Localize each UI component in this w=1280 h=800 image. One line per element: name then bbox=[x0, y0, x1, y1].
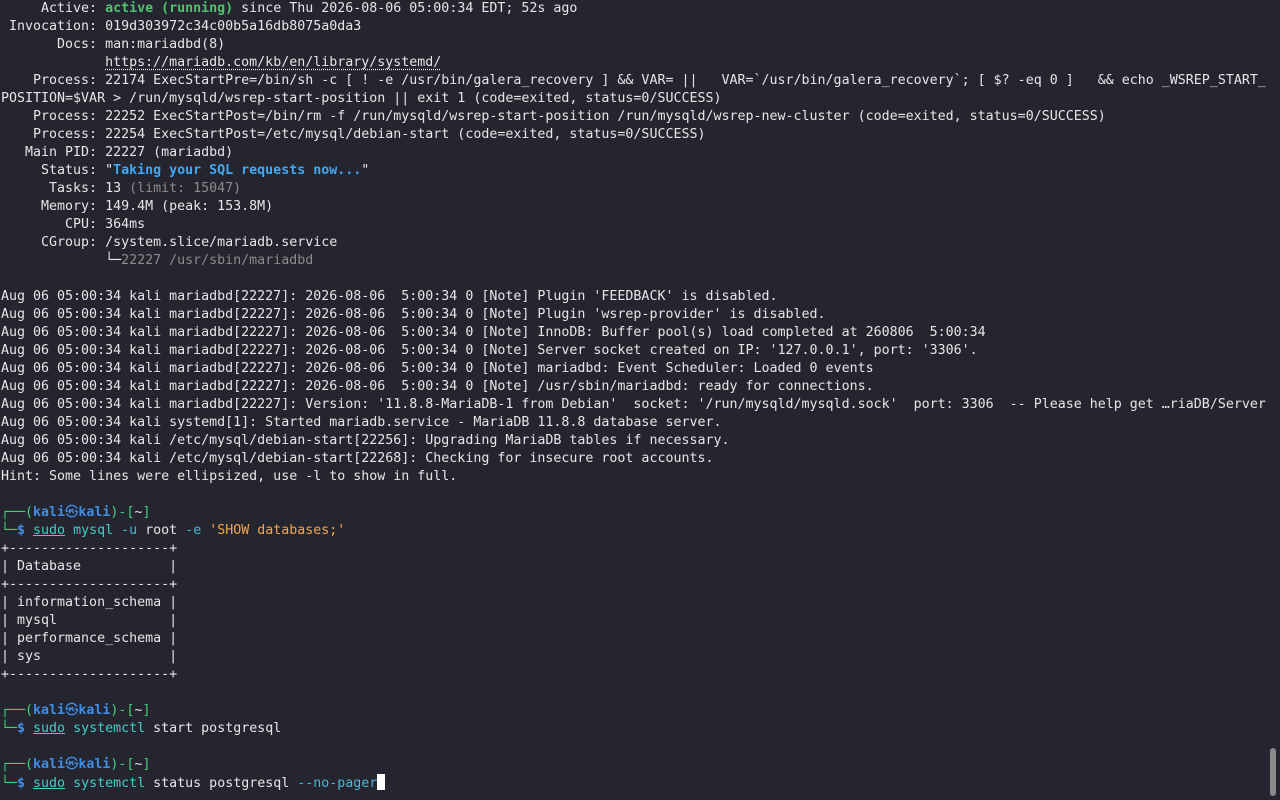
table-row: | sys | bbox=[1, 649, 178, 664]
prompt-header: ┌──(kali㉿kali)-[~] bbox=[1, 756, 150, 774]
cmd-sudo: sudo bbox=[33, 523, 66, 538]
cmd-option: -e bbox=[177, 523, 210, 538]
active-state: active (running) bbox=[105, 1, 234, 16]
active-since: since Thu 2026-08-06 05:00:34 EDT; 52s a… bbox=[233, 1, 578, 16]
cmd-arg: root bbox=[145, 523, 178, 538]
status-docs-line: Docs: man:mariadbd(8) bbox=[1, 36, 225, 54]
prompt-corner-bottom: └─ bbox=[1, 523, 18, 538]
prompt-user: kali bbox=[33, 505, 66, 520]
cmd-string: 'SHOW databases;' bbox=[209, 523, 346, 538]
status-process-3: Process: 22254 ExecStartPost=/etc/mysql/… bbox=[1, 127, 706, 142]
log-line: Aug 06 05:00:34 kali mariadbd[22227]: 20… bbox=[1, 289, 778, 304]
status-main-pid: Main PID: 22227 (mariadbd) bbox=[1, 145, 234, 160]
status-process-1b: POSITION=$VAR > /run/mysqld/wsrep-start-… bbox=[1, 91, 722, 106]
status-memory-line: Memory: 149.4M (peak: 153.8M) bbox=[1, 199, 274, 214]
prompt-corner-bottom: └─ bbox=[1, 776, 18, 791]
prompt-separator: )-[ bbox=[110, 757, 135, 772]
docs-indent bbox=[1, 55, 105, 70]
prompt-dollar: $ bbox=[17, 721, 34, 736]
table-row: | mysql | bbox=[1, 613, 178, 628]
prompt-bracket-end: ] bbox=[142, 757, 151, 772]
table-border: +--------------------+ bbox=[1, 577, 178, 592]
status-cgroup-line: CGroup: /system.slice/mariadb.service bbox=[1, 235, 338, 250]
cgroup-tree-process: 22227 /usr/sbin/mariadbd bbox=[121, 253, 314, 268]
status-docs-url-line: https://mariadb.com/kb/en/library/system… bbox=[1, 54, 441, 72]
skull-icon: ㉿ bbox=[65, 703, 79, 718]
prompt-corner: ┌──( bbox=[1, 505, 34, 520]
table-row: | information_schema | bbox=[1, 595, 178, 610]
prompt-host: kali bbox=[78, 703, 111, 718]
log-line: Aug 06 05:00:34 kali systemd[1]: Started… bbox=[1, 415, 722, 430]
command-line: └─$ sudo systemctl start postgresql bbox=[1, 720, 281, 738]
cgroup-tree-branch: └─ bbox=[1, 253, 122, 268]
cmd-arg: start postgresql bbox=[145, 721, 282, 736]
prompt-dollar: $ bbox=[17, 776, 34, 791]
status-process-1a: Process: 22174 ExecStartPre=/bin/sh -c [… bbox=[1, 73, 1266, 88]
prompt-separator: )-[ bbox=[110, 703, 135, 718]
status-active-line: Active: active (running) since Thu 2026-… bbox=[1, 0, 577, 18]
tasks-limit: (limit: 15047) bbox=[129, 181, 242, 196]
docs-man-link[interactable]: man:mariadbd(8) bbox=[105, 37, 225, 52]
text-cursor bbox=[377, 774, 386, 790]
docs-url-link[interactable]: https://mariadb.com/kb/en/library/system… bbox=[105, 55, 441, 70]
tasks-label: Tasks: 13 bbox=[1, 181, 130, 196]
prompt-corner-bottom: └─ bbox=[1, 721, 18, 736]
status-cgroup-tree: └─22227 /usr/sbin/mariadbd bbox=[1, 252, 313, 270]
status-process-2: Process: 22252 ExecStartPost=/bin/rm -f … bbox=[1, 109, 1106, 124]
log-line: Aug 06 05:00:34 kali mariadbd[22227]: Ve… bbox=[1, 397, 1266, 412]
cmd-sudo: sudo bbox=[33, 721, 66, 736]
status-invocation-line: Invocation: 019d303972c34c00b5a16db8075a… bbox=[1, 19, 362, 34]
prompt-header: ┌──(kali㉿kali)-[~] bbox=[1, 504, 150, 522]
command-line: └─$ sudo mysql -u root -e 'SHOW database… bbox=[1, 522, 345, 540]
cmd-sudo: sudo bbox=[33, 776, 66, 791]
prompt-separator: )-[ bbox=[110, 505, 135, 520]
status-label: Status: " bbox=[1, 163, 114, 178]
skull-icon: ㉿ bbox=[65, 757, 79, 772]
table-border: +--------------------+ bbox=[1, 541, 178, 556]
table-border: +--------------------+ bbox=[1, 667, 178, 682]
prompt-host: kali bbox=[78, 505, 111, 520]
status-cpu-line: CPU: 364ms bbox=[1, 217, 146, 232]
log-line: Aug 06 05:00:34 kali /etc/mysql/debian-s… bbox=[1, 451, 714, 466]
prompt-user: kali bbox=[33, 757, 66, 772]
prompt-corner: ┌──( bbox=[1, 703, 34, 718]
cmd-bin: systemctl bbox=[73, 721, 146, 736]
log-line: Aug 06 05:00:34 kali mariadbd[22227]: 20… bbox=[1, 307, 826, 322]
status-quote-end: " bbox=[361, 163, 370, 178]
cmd-option: -u bbox=[121, 523, 146, 538]
cmd-bin: systemctl bbox=[73, 776, 146, 791]
table-row: | performance_schema | bbox=[1, 631, 178, 646]
status-message: Taking your SQL requests now... bbox=[113, 163, 362, 178]
current-command-input[interactable]: └─$ sudo systemctl status postgresql --n… bbox=[1, 774, 386, 792]
log-line: Aug 06 05:00:34 kali /etc/mysql/debian-s… bbox=[1, 433, 730, 448]
prompt-corner: ┌──( bbox=[1, 757, 34, 772]
prompt-host: kali bbox=[78, 757, 111, 772]
prompt-bracket-end: ] bbox=[142, 703, 151, 718]
table-header: | Database | bbox=[1, 559, 178, 574]
status-tasks-line: Tasks: 13 (limit: 15047) bbox=[1, 180, 241, 198]
docs-label: Docs: bbox=[1, 37, 106, 52]
skull-icon: ㉿ bbox=[65, 505, 79, 520]
active-label: Active: bbox=[1, 1, 106, 16]
cmd-option: --no-pager bbox=[297, 776, 378, 791]
scrollbar[interactable] bbox=[1266, 0, 1280, 800]
log-line: Aug 06 05:00:34 kali mariadbd[22227]: 20… bbox=[1, 379, 874, 394]
prompt-header: ┌──(kali㉿kali)-[~] bbox=[1, 702, 150, 720]
cmd-bin: mysql bbox=[73, 523, 114, 538]
prompt-bracket-end: ] bbox=[142, 505, 151, 520]
hint-line: Hint: Some lines were ellipsized, use -l… bbox=[1, 469, 458, 484]
prompt-user: kali bbox=[33, 703, 66, 718]
log-line: Aug 06 05:00:34 kali mariadbd[22227]: 20… bbox=[1, 361, 874, 376]
prompt-dollar: $ bbox=[17, 523, 34, 538]
scrollbar-thumb[interactable] bbox=[1270, 748, 1276, 796]
terminal-window[interactable]: Active: active (running) since Thu 2026-… bbox=[0, 0, 1266, 800]
status-status-line: Status: "Taking your SQL requests now...… bbox=[1, 162, 369, 180]
cmd-arg: status postgresql bbox=[145, 776, 298, 791]
log-line: Aug 06 05:00:34 kali mariadbd[22227]: 20… bbox=[1, 343, 978, 358]
log-line: Aug 06 05:00:34 kali mariadbd[22227]: 20… bbox=[1, 325, 986, 340]
